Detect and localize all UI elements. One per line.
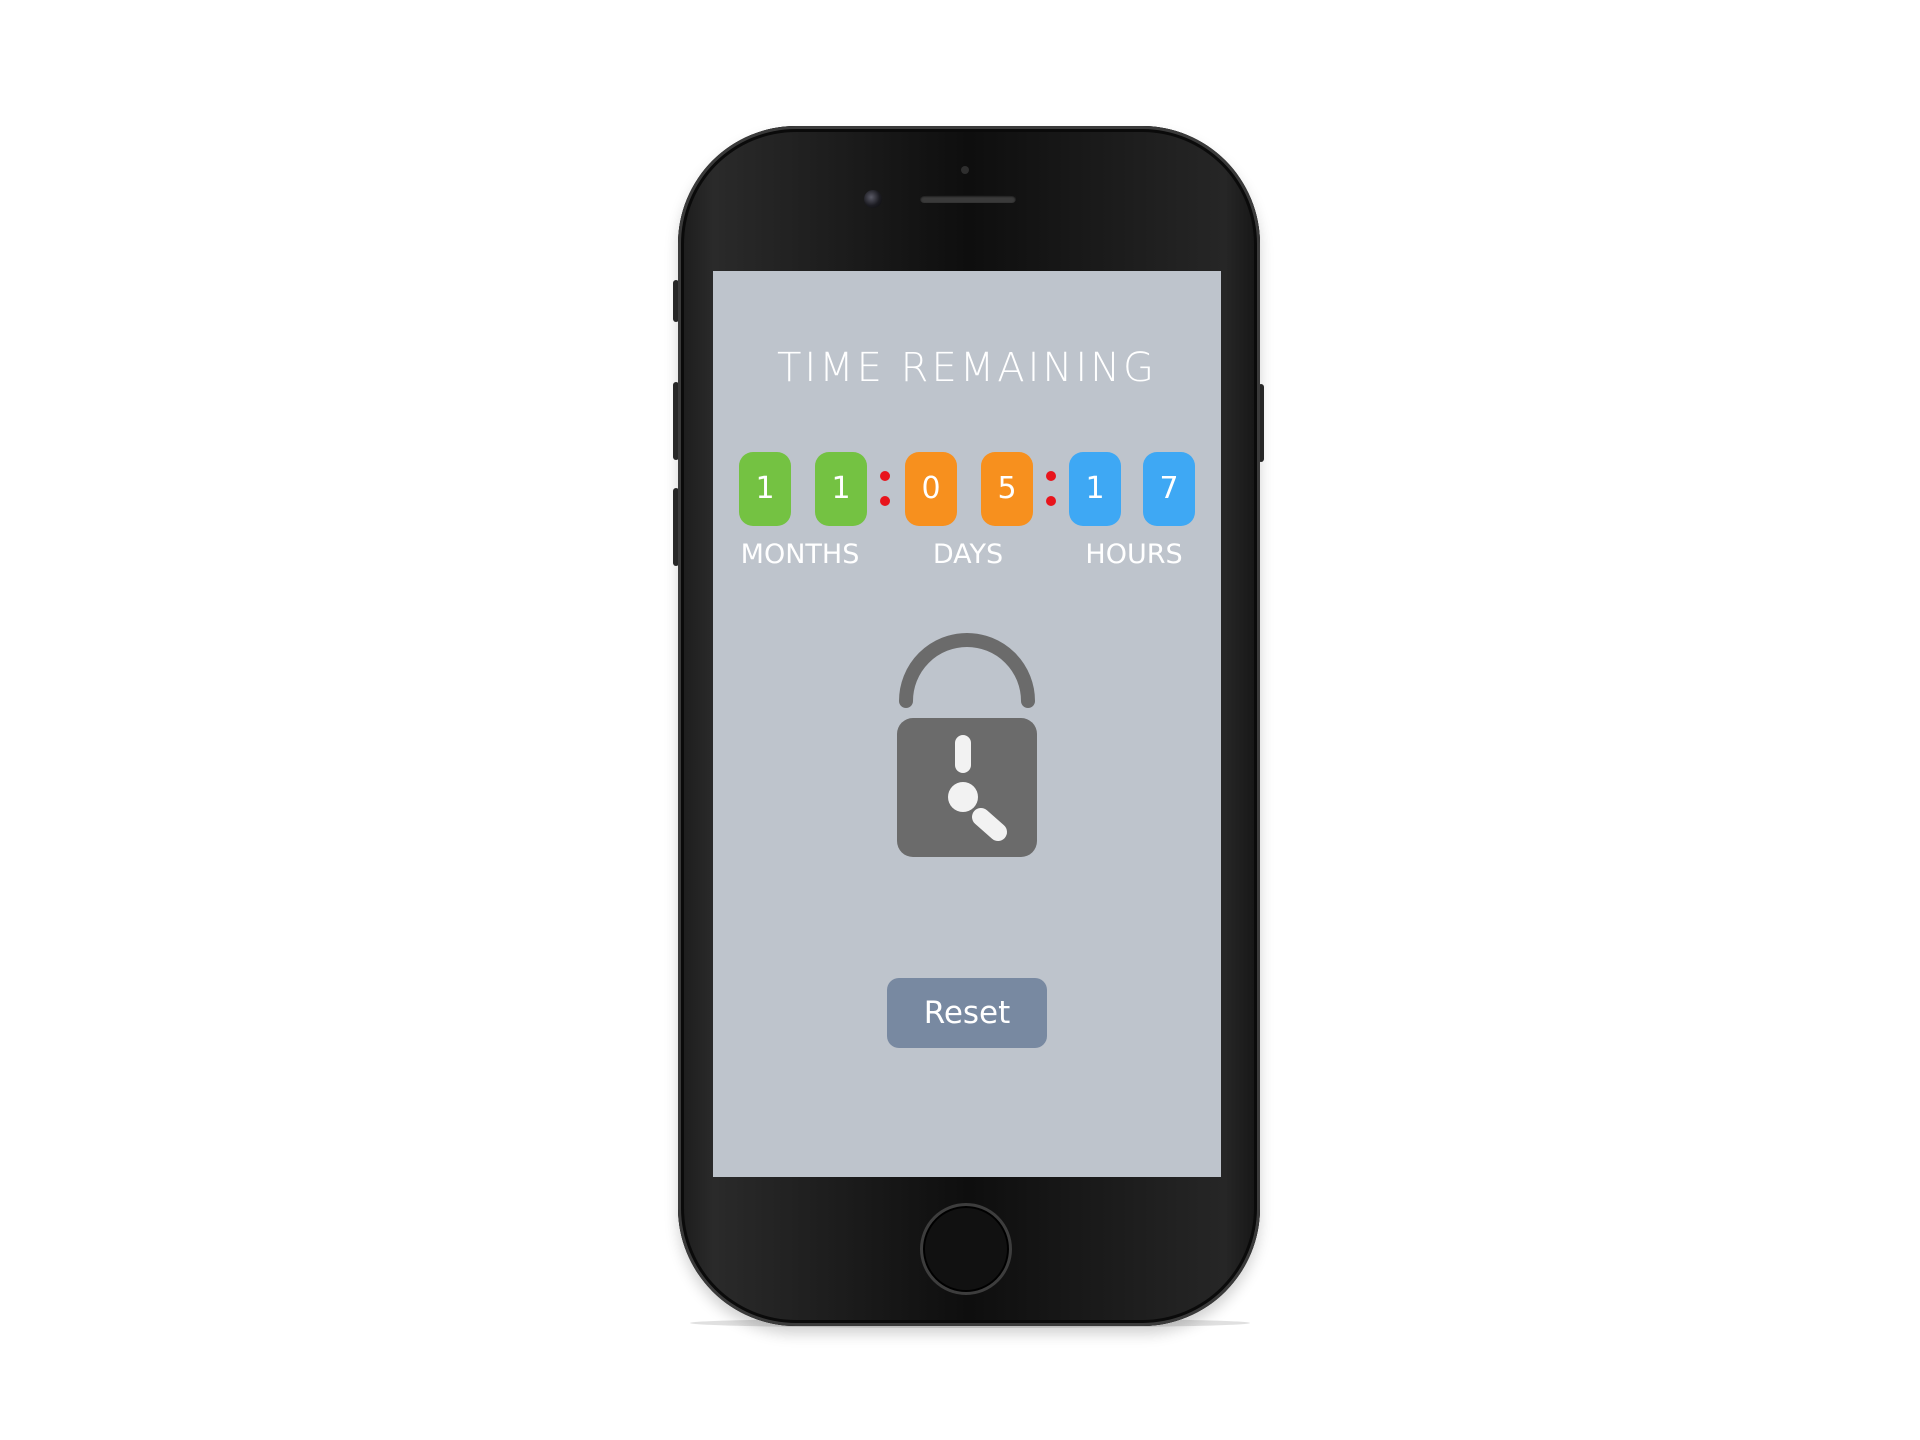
earpiece-speaker — [920, 195, 1016, 203]
proximity-sensor — [961, 166, 969, 174]
hours-label: HOURS — [1085, 539, 1183, 570]
days-tens-digit: 0 — [905, 452, 957, 526]
hours-ones-digit: 7 — [1143, 452, 1195, 526]
months-ones-digit: 1 — [815, 452, 867, 526]
days-ones-digit: 5 — [981, 452, 1033, 526]
hours-tens-digit: 1 — [1069, 452, 1121, 526]
days-label: DAYS — [932, 539, 1004, 570]
front-camera-icon — [864, 190, 882, 208]
app-screen: TIME REMAINING 1 1 0 5 1 7 MONTHS DAYS H… — [713, 271, 1221, 1177]
colon-separator — [880, 471, 890, 511]
reset-button[interactable]: Reset — [887, 978, 1047, 1048]
device-mockup: TIME REMAINING 1 1 0 5 1 7 MONTHS DAYS H… — [0, 0, 1920, 1440]
colon-separator — [1046, 471, 1056, 511]
months-tens-digit: 1 — [739, 452, 791, 526]
page-title: TIME REMAINING — [776, 345, 1158, 391]
padlock-clock-icon — [897, 633, 1037, 857]
months-label: MONTHS — [740, 539, 860, 570]
home-button[interactable] — [920, 1203, 1012, 1295]
